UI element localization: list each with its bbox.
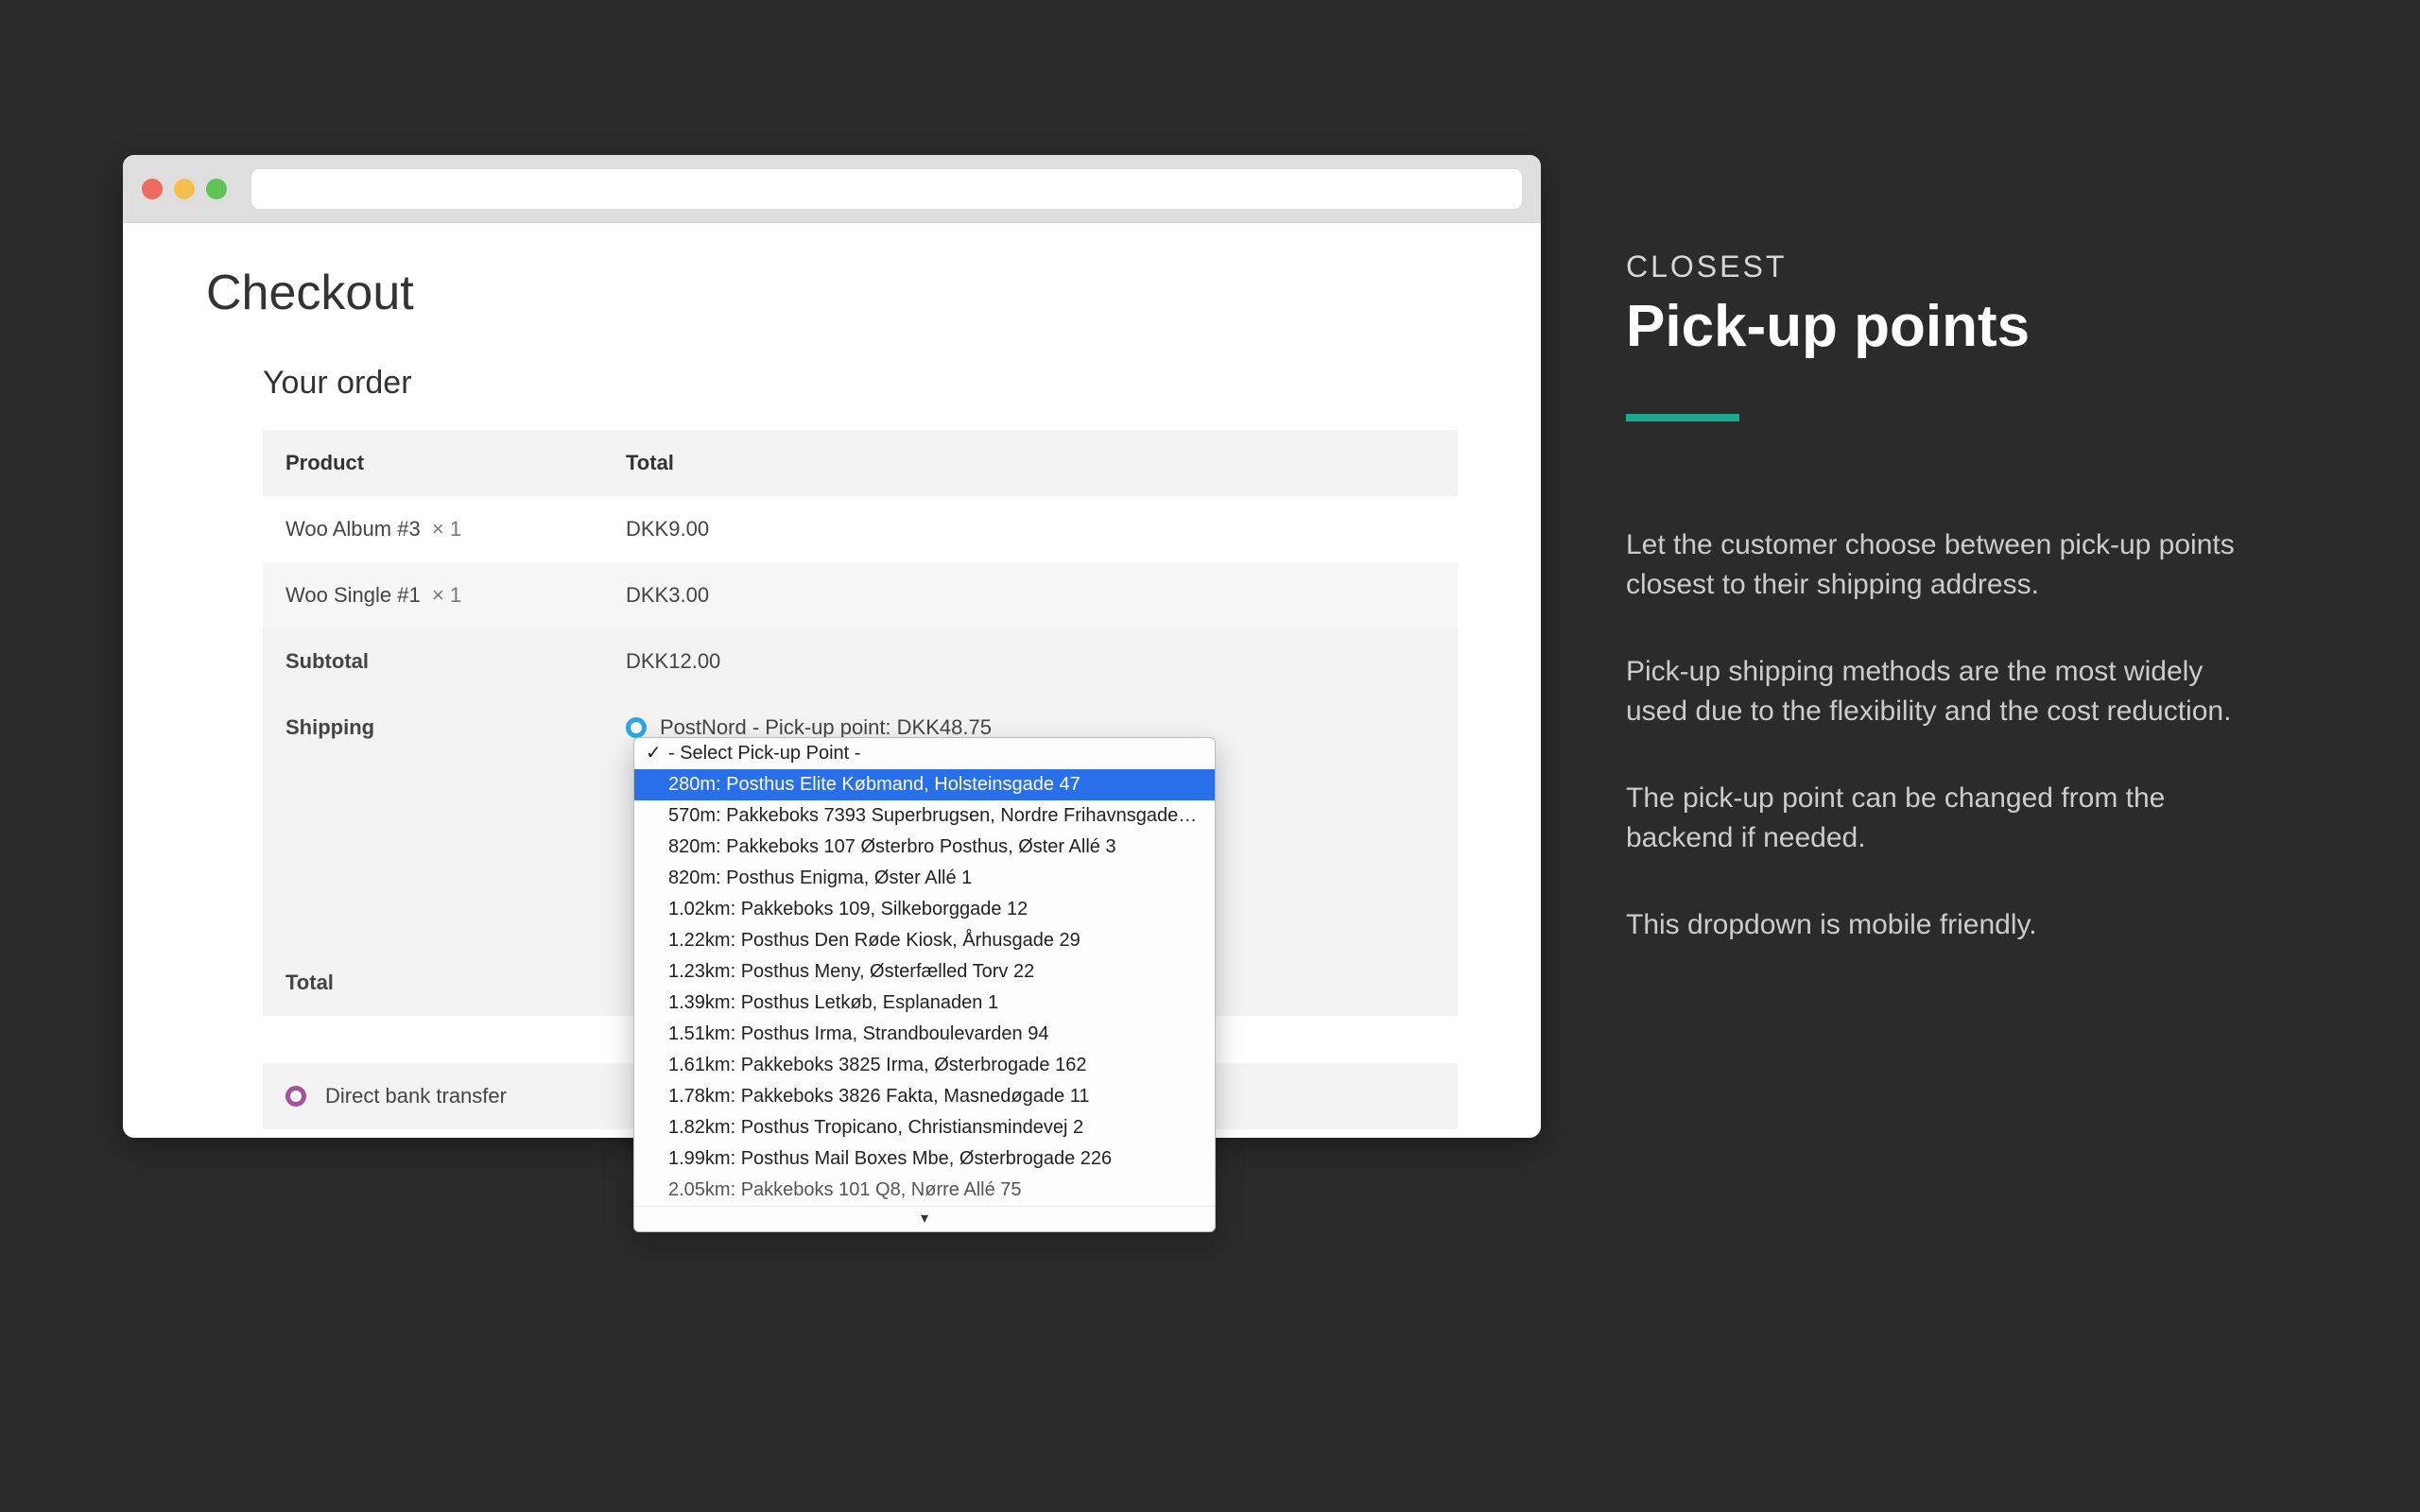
dropdown-option-overflow[interactable]: 2.05km: Pakkeboks 101 Q8, Nørre Allé 75 [634, 1175, 1215, 1206]
item-qty: × 1 [432, 517, 461, 541]
col-header-product: Product [263, 430, 603, 496]
headline: Pick-up points [1626, 296, 2250, 357]
item-qty: × 1 [432, 583, 461, 607]
table-row: Woo Album #3 × 1 DKK9.00 [263, 496, 1458, 562]
radio-icon[interactable] [285, 1086, 306, 1107]
line-item-name: Woo Single #1 × 1 [263, 562, 603, 628]
dropdown-option[interactable]: 1.51km: Posthus Irma, Strandboulevarden … [634, 1019, 1215, 1050]
paragraph-3: The pick-up point can be changed from th… [1626, 779, 2250, 858]
line-item-total: DKK3.00 [603, 562, 1458, 628]
close-icon[interactable] [142, 179, 163, 199]
chevron-down-icon[interactable]: ▾ [634, 1206, 1215, 1231]
line-item-total: DKK9.00 [603, 496, 1458, 562]
item-name: Woo Single #1 [285, 583, 421, 607]
dropdown-option[interactable]: 1.23km: Posthus Meny, Østerfælled Torv 2… [634, 956, 1215, 988]
dropdown-option[interactable]: 820m: Pakkeboks 107 Østerbro Posthus, Øs… [634, 832, 1215, 863]
subtotal-label: Subtotal [263, 628, 603, 695]
table-header: Product Total [263, 430, 1458, 496]
item-name: Woo Album #3 [285, 517, 421, 541]
minimize-icon[interactable] [174, 179, 195, 199]
page-title: Checkout [206, 265, 1458, 321]
paragraph-4: This dropdown is mobile friendly. [1626, 905, 2250, 945]
marketing-copy: CLOSEST Pick-up points Let the customer … [1626, 246, 2250, 992]
eyebrow: CLOSEST [1626, 246, 2250, 288]
zoom-icon[interactable] [206, 179, 227, 199]
paragraph-1: Let the customer choose between pick-up … [1626, 525, 2250, 605]
dropdown-option[interactable]: 570m: Pakkeboks 7393 Superbrugsen, Nordr… [634, 800, 1215, 832]
line-item-name: Woo Album #3 × 1 [263, 496, 603, 562]
total-label: Total [263, 950, 603, 1016]
url-bar[interactable] [251, 169, 1522, 209]
radio-icon[interactable] [626, 717, 647, 738]
shipping-label: Shipping [263, 695, 603, 761]
paragraph-2: Pick-up shipping methods are the most wi… [1626, 652, 2250, 731]
dropdown-option[interactable]: 1.02km: Pakkeboks 109, Silkeborggade 12 [634, 894, 1215, 925]
dropdown-option[interactable]: 1.82km: Posthus Tropicano, Christiansmin… [634, 1112, 1215, 1143]
dropdown-option[interactable]: 820m: Posthus Enigma, Øster Allé 1 [634, 863, 1215, 894]
col-header-total: Total [603, 430, 1458, 496]
browser-chrome [123, 155, 1541, 223]
subtotal-value: DKK12.00 [603, 628, 1458, 695]
dropdown-option[interactable]: 1.99km: Posthus Mail Boxes Mbe, Østerbro… [634, 1143, 1215, 1175]
accent-rule [1626, 414, 1739, 421]
dropdown-option[interactable]: 1.78km: Pakkeboks 3826 Fakta, Masnedøgad… [634, 1081, 1215, 1112]
pickup-point-dropdown[interactable]: - Select Pick-up Point - 280m: Posthus E… [633, 737, 1216, 1232]
dropdown-option[interactable]: 1.22km: Posthus Den Røde Kiosk, Århusgad… [634, 925, 1215, 956]
table-row: Woo Single #1 × 1 DKK3.00 [263, 562, 1458, 628]
dropdown-option[interactable]: 1.39km: Posthus Letkøb, Esplanaden 1 [634, 988, 1215, 1019]
section-title-order: Your order [263, 365, 1458, 402]
payment-method-label: Direct bank transfer [325, 1084, 507, 1108]
traffic-lights [142, 179, 227, 199]
dropdown-option[interactable]: 1.61km: Pakkeboks 3825 Irma, Østerbrogad… [634, 1050, 1215, 1081]
dropdown-placeholder[interactable]: - Select Pick-up Point - [634, 738, 1215, 769]
subtotal-row: Subtotal DKK12.00 [263, 628, 1458, 695]
dropdown-option-selected[interactable]: 280m: Posthus Elite Købmand, Holsteinsga… [634, 769, 1215, 800]
